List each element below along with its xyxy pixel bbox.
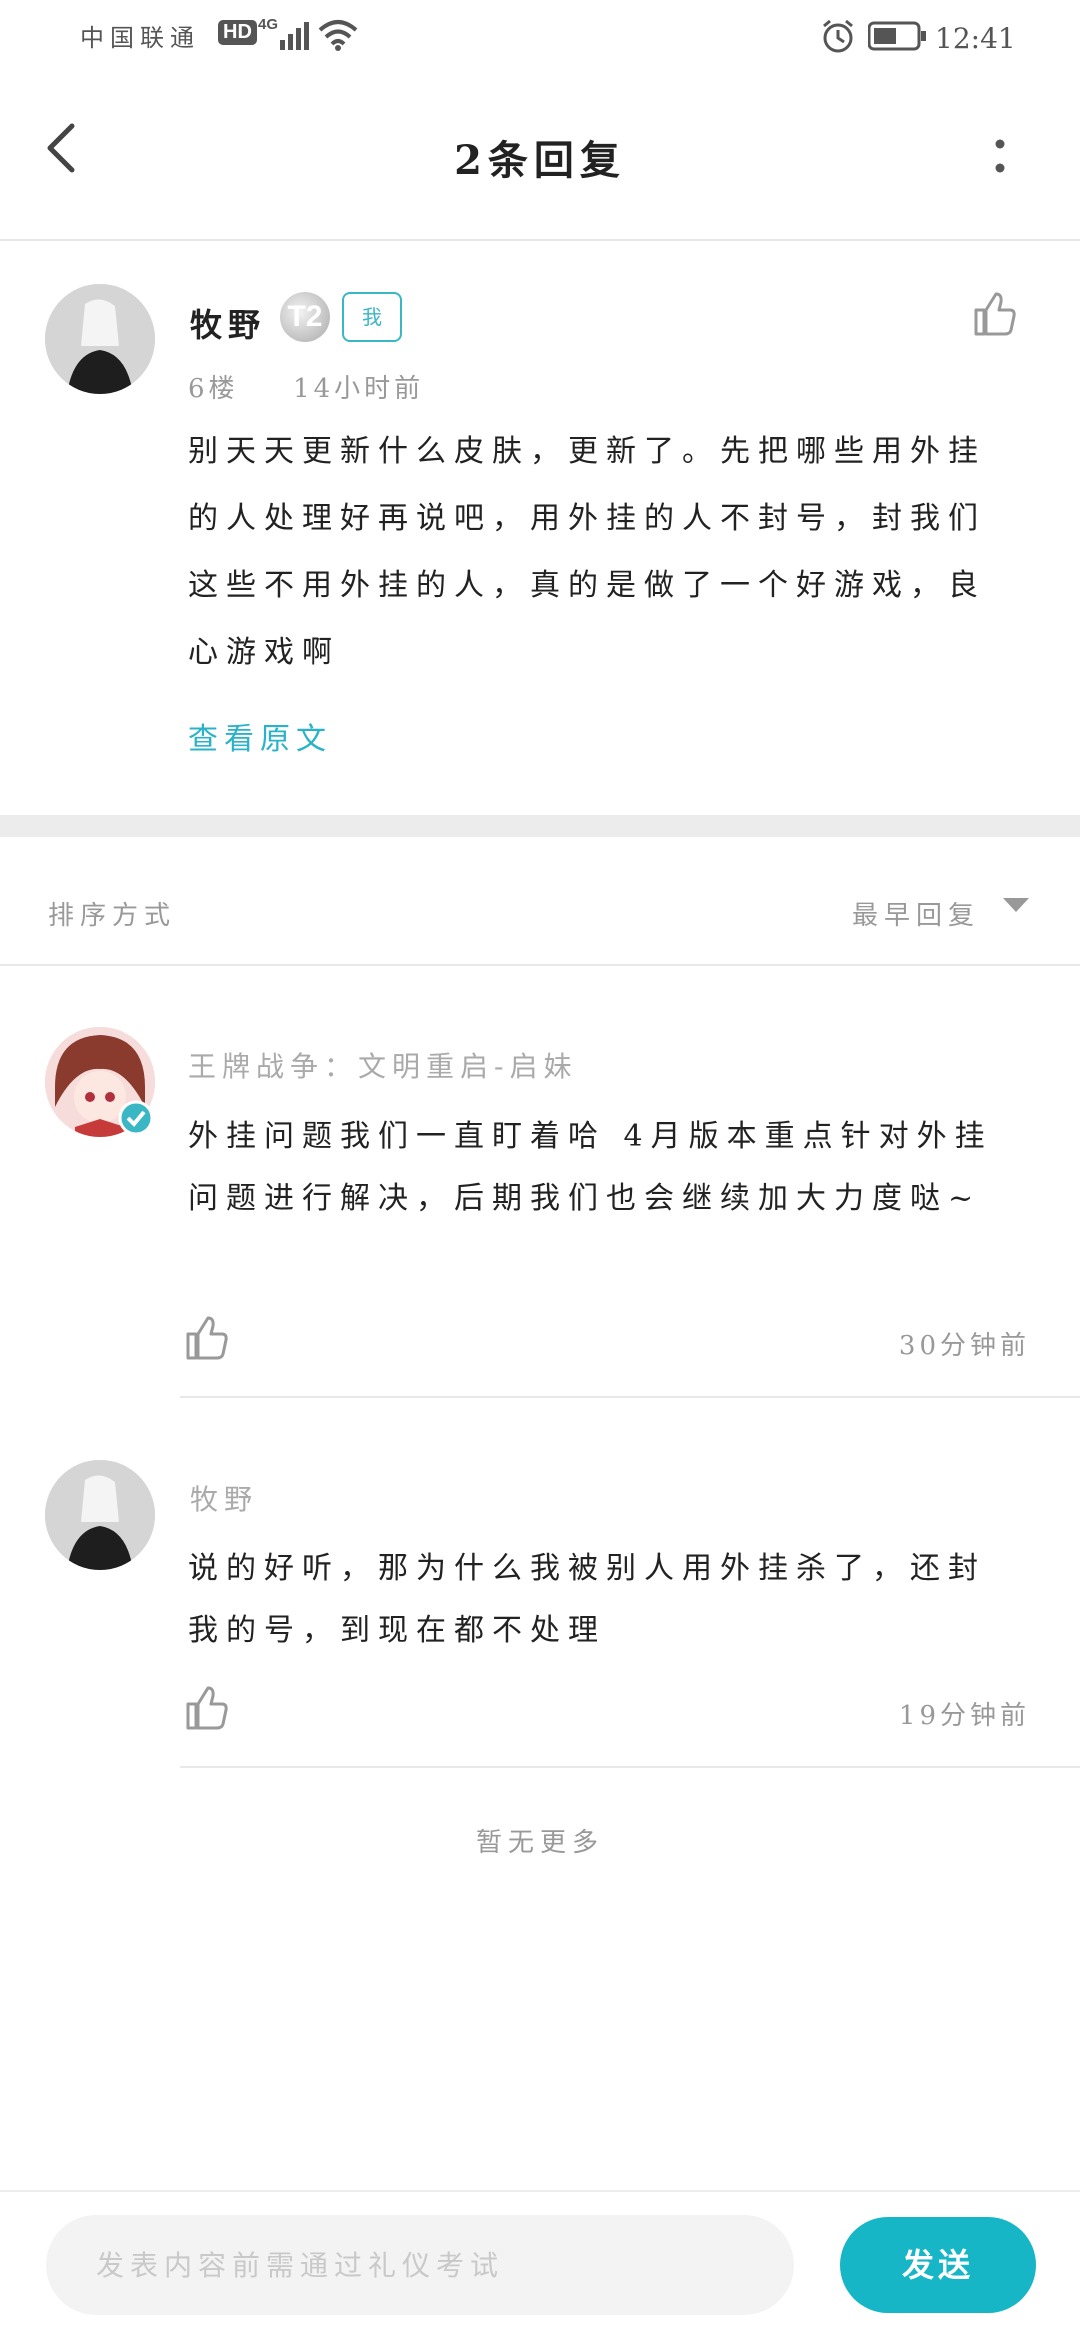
post-author-name[interactable]: 牧野 bbox=[190, 300, 266, 346]
avatar-image bbox=[45, 1460, 155, 1570]
more-options-icon[interactable] bbox=[990, 138, 1010, 178]
level-badge: T2 bbox=[280, 292, 330, 342]
section-divider bbox=[0, 815, 1080, 837]
divider bbox=[180, 1766, 1080, 1768]
network-type: 4G bbox=[258, 16, 279, 33]
carrier-label: 中国联通 bbox=[80, 24, 200, 52]
me-badge: 我 bbox=[342, 292, 402, 342]
post-time: 14小时前 bbox=[293, 374, 425, 404]
hd-badge: HD bbox=[218, 20, 257, 45]
chevron-down-icon[interactable] bbox=[1003, 898, 1029, 914]
send-button[interactable]: 发送 bbox=[840, 2217, 1036, 2313]
avatar[interactable] bbox=[45, 1460, 155, 1570]
verified-badge-icon bbox=[118, 1100, 154, 1136]
reply-author-name[interactable]: 牧野 bbox=[190, 1478, 258, 1518]
page-title: 2条回复 bbox=[454, 137, 626, 184]
reply-content: 说的好听，那为什么我被别人用外挂杀了，还封我的号，到现在都不处理 bbox=[188, 1551, 986, 1648]
post-meta: 6楼 14小时前 bbox=[188, 368, 424, 405]
status-bar: 中国联通 HD 4G 12:41 bbox=[0, 0, 1080, 75]
sort-label: 排序方式 bbox=[48, 901, 177, 931]
post-content: 别天天更新什么皮肤，更新了。先把哪些用外挂的人处理好再说吧，用外挂的人不封号，封… bbox=[188, 434, 986, 670]
reply-time: 19分钟前 bbox=[898, 1701, 1030, 1731]
avatar-image bbox=[45, 284, 155, 394]
avatar[interactable] bbox=[45, 284, 155, 394]
no-more-label: 暂无更多 bbox=[475, 1828, 604, 1858]
alarm-icon bbox=[823, 19, 853, 53]
thumb-up-icon[interactable] bbox=[970, 290, 1018, 338]
signal-icon bbox=[280, 22, 309, 50]
reply-time: 30分钟前 bbox=[898, 1331, 1030, 1361]
comment-input[interactable] bbox=[46, 2215, 794, 2315]
floor-number: 6楼 bbox=[188, 374, 239, 404]
divider bbox=[180, 1396, 1080, 1398]
sort-dropdown[interactable]: 最早回复 bbox=[852, 895, 980, 932]
thumb-up-icon[interactable] bbox=[182, 1314, 230, 1362]
wifi-icon bbox=[318, 20, 358, 51]
divider bbox=[0, 964, 1080, 966]
status-time: 12:41 bbox=[935, 22, 1016, 55]
thumb-up-icon[interactable] bbox=[182, 1684, 230, 1732]
reply-content: 外挂问题我们一直盯着哈 4月版本重点针对外挂问题进行解决，后期我们也会继续加大力… bbox=[188, 1119, 993, 1216]
reply-author-name[interactable]: 王牌战争：文明重启-启妹 bbox=[188, 1045, 577, 1085]
battery-icon bbox=[868, 21, 926, 51]
view-original-link[interactable]: 查看原文 bbox=[188, 714, 332, 758]
